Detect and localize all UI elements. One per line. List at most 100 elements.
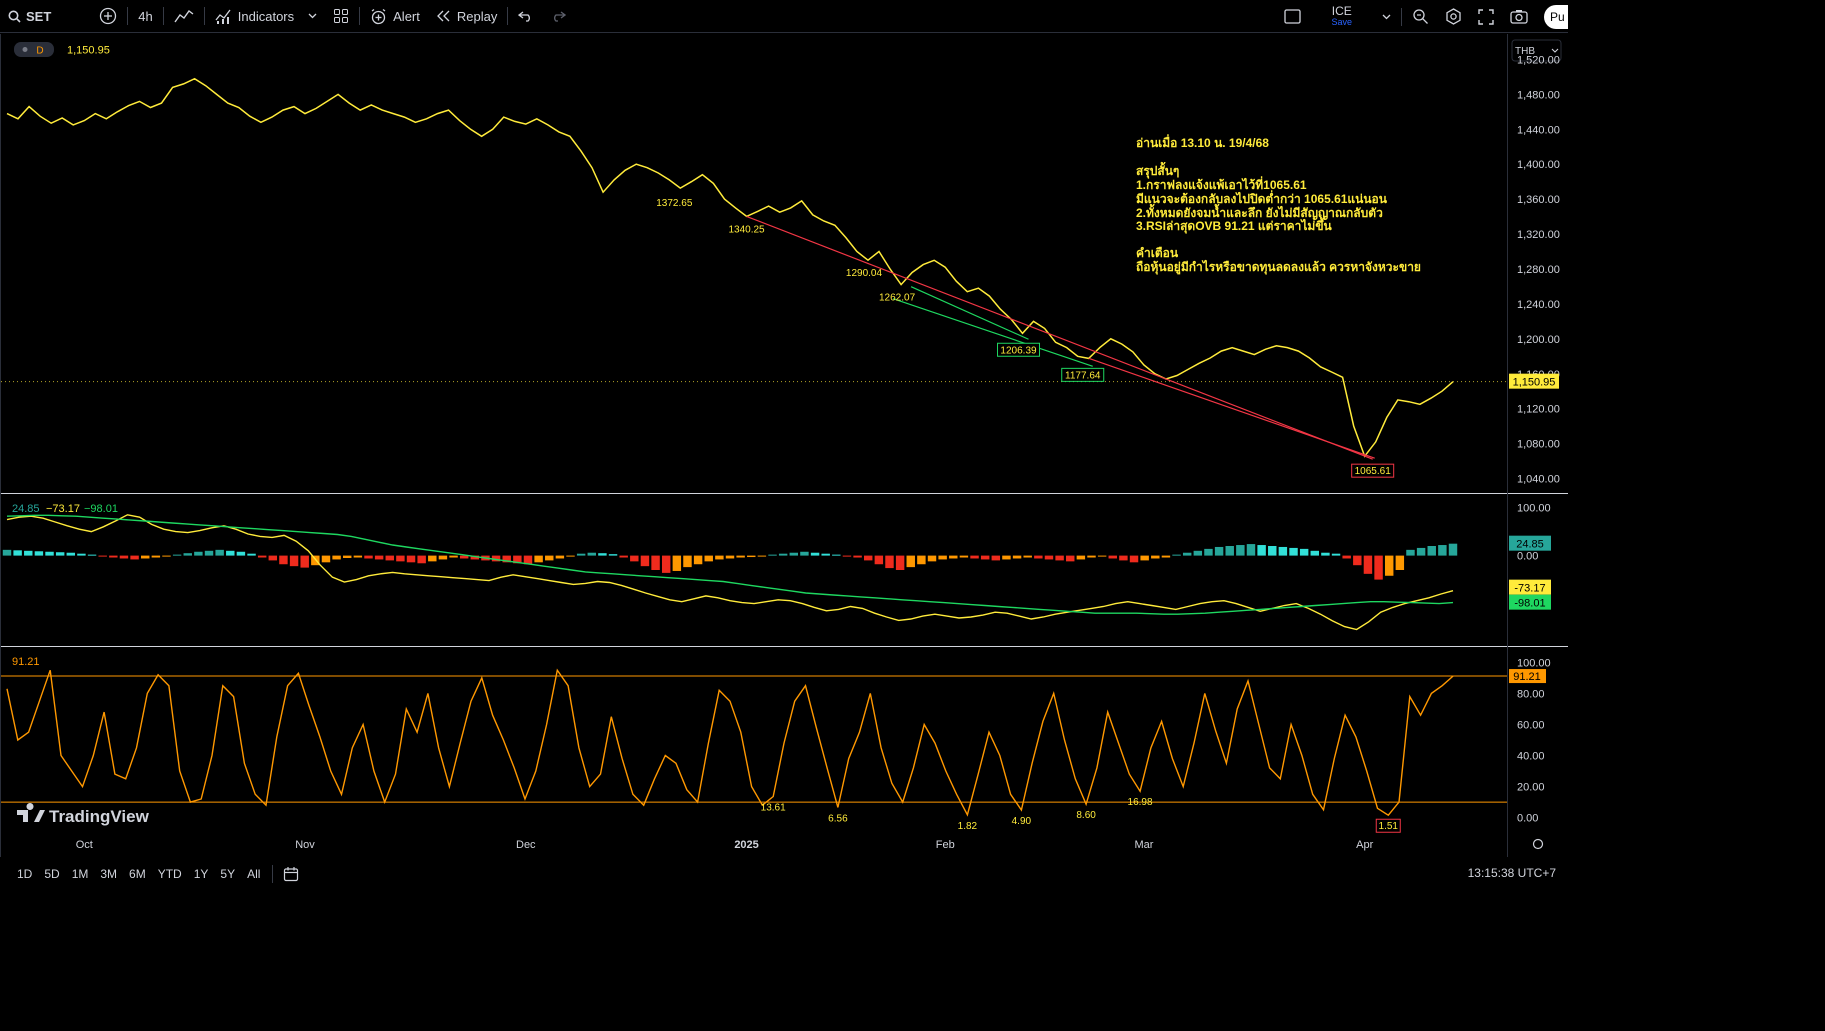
histogram-bar [141,556,149,559]
histogram-bar [300,556,308,568]
symbol-search-button[interactable]: SET [0,0,59,33]
indicators-icon [215,8,232,25]
histogram-bar [1406,550,1414,556]
rsi-tick-label: 60.00 [1517,719,1545,731]
range-button-1d[interactable]: 1D [11,867,38,881]
settings-button[interactable] [1437,0,1470,33]
chart-type-button[interactable] [166,0,202,33]
rsi-point-label: 4.90 [1012,816,1032,827]
histogram-bar [981,556,989,560]
toolbar-divider [163,7,164,25]
publish-button[interactable]: Pu [1544,5,1568,29]
histogram-bar [194,552,202,556]
chart-area[interactable]: D 1,150.95 THB 1,520.001,480.001,440.001… [0,34,1568,857]
histogram-bar [875,556,883,565]
layout-toggle-button[interactable] [1276,0,1309,33]
histogram-bar [1311,551,1319,556]
chart-canvas[interactable]: D 1,150.95 THB 1,520.001,480.001,440.001… [1,34,1568,857]
rsi-value: 91.21 [12,656,40,668]
undo-button[interactable] [510,0,542,33]
signal-line [7,515,1453,614]
histogram-bar [651,556,659,570]
histogram-bar [779,554,787,556]
watermark-label: TradingView [49,807,150,826]
histogram-bar [35,551,43,555]
histogram-bar [269,556,277,561]
gear-icon [1445,8,1462,25]
oscillator-axis[interactable]: 100.000.0024.85-73.17-98.01 [1509,503,1551,610]
range-button-all[interactable]: All [241,867,266,881]
range-button-5y[interactable]: 5Y [214,867,241,881]
range-button-1m[interactable]: 1M [66,867,95,881]
histogram-bar [673,556,681,571]
clock-timezone[interactable]: 13:15:38 UTC+7 [1468,866,1556,880]
layouts-button[interactable] [325,0,357,33]
interval-button[interactable]: 4h [130,0,160,33]
rsi-legend[interactable]: 91.21 [12,656,40,668]
histogram-bar [1034,556,1042,559]
rsi-axis[interactable]: 100.0080.0060.0040.0020.000.0091.21 [1509,657,1551,824]
analysis-note[interactable]: อ่านเมื่อ 13.10 น. 19/4/68สรุปสั้นๆ1.กรา… [1136,134,1421,275]
price-tick-label: 1,480.00 [1517,89,1560,101]
layout-name: ICE [1332,6,1352,17]
price-point-label: 1340.25 [728,224,765,235]
range-button-1y[interactable]: 1Y [188,867,215,881]
histogram-bar [1236,545,1244,556]
annotation-line: มีแนวจะต้องกลับลงไปปิดต่ำกว่า 1065.61แน่… [1136,190,1388,206]
chevron-down-icon[interactable] [308,13,317,19]
layout-menu-button[interactable] [1374,0,1399,33]
osc-value-hist: 24.85 [12,503,40,515]
histogram-bar [758,556,766,557]
histogram-bar [77,554,85,556]
price-point-label: 1206.39 [1000,345,1037,356]
rsi-tick-label: 40.00 [1517,751,1545,763]
range-button-6m[interactable]: 6M [123,867,152,881]
histogram-bar [1353,556,1361,566]
histogram-bar [545,556,553,561]
time-axis[interactable]: OctNovDec2025FebMarApr [76,839,1374,851]
histogram-bar [662,556,670,573]
chart-settings-button[interactable] [1534,840,1543,849]
symbol-label: SET [26,9,51,24]
fullscreen-button[interactable] [1470,0,1502,33]
annotation-line: สรุปสั้นๆ [1136,161,1179,179]
time-tick-label: Dec [516,839,536,851]
trendline-red [747,216,1373,459]
layout-save-button[interactable]: ICE Save [1309,0,1374,33]
rewind-icon [436,10,451,22]
range-button-5d[interactable]: 5D [38,867,65,881]
compare-symbol-button[interactable] [91,0,125,33]
histogram-bar [1321,553,1329,556]
indicators-button[interactable]: Indicators [207,0,325,33]
goto-date-button[interactable] [275,857,307,890]
histogram-bar [1172,555,1180,556]
redo-button[interactable] [542,0,574,33]
plus-circle-icon [99,7,117,25]
replay-button[interactable]: Replay [428,0,505,33]
price-legend[interactable]: D 1,150.95 [14,42,110,57]
snapshot-button[interactable] [1502,0,1536,33]
histogram-bar [609,554,617,555]
price-axis[interactable]: 1,520.001,480.001,440.001,400.001,360.00… [1509,54,1560,485]
quick-search-button[interactable] [1404,0,1437,33]
toolbar-divider [204,7,205,25]
histogram-bar [1204,549,1212,556]
histogram-bar [1045,556,1053,560]
calendar-icon [283,866,299,882]
tradingview-watermark[interactable]: TradingView [17,803,150,826]
histogram-bar [800,552,808,556]
toolbar-divider [359,7,360,25]
alert-button[interactable]: Alert [362,0,428,33]
histogram-bar [556,556,564,559]
price-point-label: 1177.64 [1065,370,1101,381]
fullscreen-icon [1478,9,1494,25]
range-button-ytd[interactable]: YTD [152,867,188,881]
histogram-bar [67,553,75,556]
histogram-bar [1300,549,1308,556]
oscillator-legend[interactable]: 24.85 −73.17 −98.01 [12,503,118,515]
histogram-bar [386,556,394,561]
histogram-bar [130,556,138,560]
annotation-line: 1.กราฟลงแจ้งแพ้เอาไว้ที่1065.61 [1136,176,1307,192]
histogram-bar [1183,553,1191,556]
range-button-3m[interactable]: 3M [94,867,123,881]
